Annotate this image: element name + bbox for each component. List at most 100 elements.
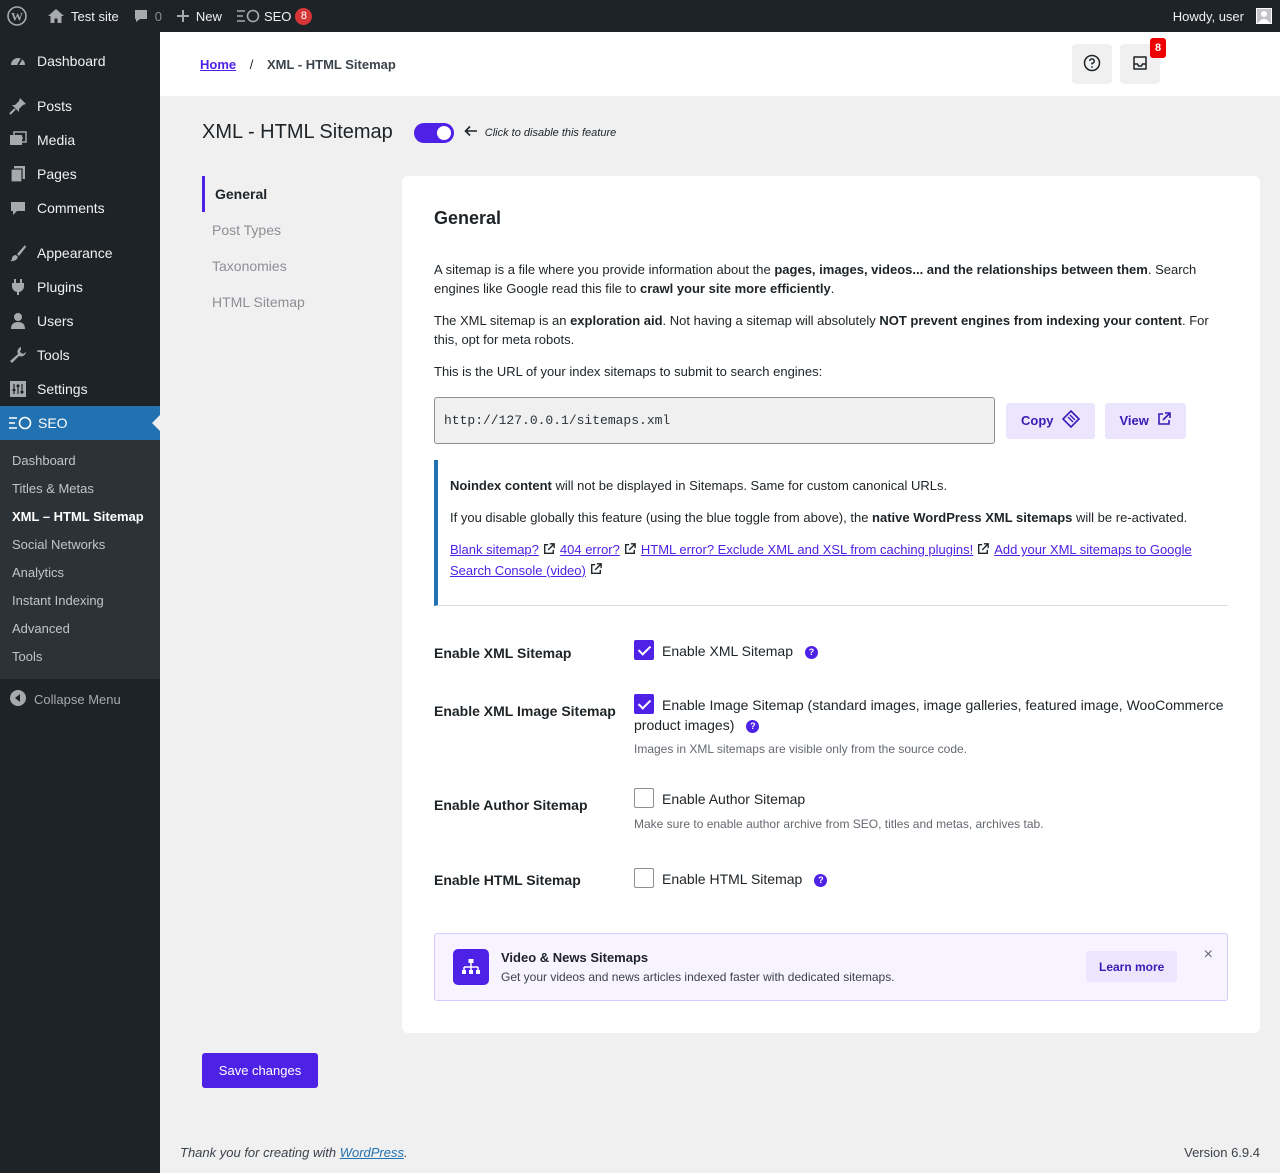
save-changes-button[interactable]: Save changes (202, 1053, 318, 1088)
link-404-error[interactable]: 404 error? (560, 542, 620, 557)
wrench-icon (8, 345, 28, 365)
submenu-item-titles-metas[interactable]: Titles & Metas (0, 475, 160, 503)
settings-tabs: General Post Types Taxonomies HTML Sitem… (202, 176, 382, 320)
submenu-item-tools[interactable]: Tools (0, 643, 160, 671)
menu-item-appearance[interactable]: Appearance (0, 236, 160, 270)
page-header: XML - HTML Sitemap Click to disable this… (202, 121, 616, 144)
external-link-icon (543, 541, 555, 561)
notifications-button[interactable]: 8 (1120, 38, 1166, 84)
text: will be re-activated. (1072, 510, 1188, 525)
enable-xml-sitemap-checkbox[interactable] (634, 640, 654, 661)
admin-bar: W Test site 0 New SEO 8 Howdy, user (0, 0, 1280, 32)
link-blank-sitemap[interactable]: Blank sitemap? (450, 542, 539, 557)
menu-label: Pages (37, 166, 77, 182)
my-account-link[interactable]: Howdy, user (1166, 0, 1280, 32)
checkbox-label: Enable Image Sitemap (standard images, i… (634, 697, 1224, 734)
menu-item-seo[interactable]: SEO (0, 406, 160, 440)
text: . Not having a sitemap will absolutely (662, 313, 880, 328)
text: . (404, 1145, 408, 1160)
setting-label: Enable XML Sitemap (434, 645, 572, 661)
text: . (830, 281, 835, 296)
text: The XML sitemap is an (434, 313, 571, 328)
sliders-icon (8, 379, 28, 399)
submenu-item-analytics[interactable]: Analytics (0, 559, 160, 587)
comments-count: 0 (154, 8, 162, 24)
close-icon[interactable]: × (1204, 946, 1213, 964)
media-icon (8, 130, 28, 150)
view-button[interactable]: View (1104, 402, 1186, 439)
seo-adminbar-link[interactable]: SEO 8 (229, 0, 319, 32)
tab-post-types[interactable]: Post Types (202, 212, 382, 248)
notice-line-1: Noindex content will not be displayed in… (450, 476, 1228, 495)
tab-html-sitemap[interactable]: HTML Sitemap (202, 284, 382, 320)
pin-icon (8, 96, 28, 116)
clipboard-icon (1061, 409, 1080, 431)
site-name-link[interactable]: Test site (40, 0, 126, 32)
learn-more-button[interactable]: Learn more (1086, 951, 1178, 982)
help-links: Blank sitemap? 404 error? HTML error? Excl… (450, 540, 1228, 581)
setting-description: Make sure to enable author archive from … (634, 817, 1044, 832)
menu-item-tools[interactable]: Tools (0, 338, 160, 372)
text-strong: native WordPress XML sitemaps (872, 510, 1073, 525)
collapse-label: Collapse Menu (34, 691, 121, 707)
seo-top-bar: Home / XML - HTML Sitemap 8 (160, 32, 1280, 96)
link-html-error[interactable]: HTML error? Exclude XML and XSL from cac… (641, 542, 973, 557)
breadcrumb: Home / XML - HTML Sitemap (200, 57, 396, 72)
breadcrumb-current: XML - HTML Sitemap (267, 56, 396, 72)
setting-description: Images in XML sitemaps are visible only … (634, 742, 968, 757)
breadcrumb-home-link[interactable]: Home (200, 57, 236, 72)
enable-author-sitemap-checkbox[interactable] (634, 788, 654, 809)
footer-thanks: Thank you for creating with WordPress. (180, 1145, 408, 1160)
submenu-item-advanced[interactable]: Advanced (0, 615, 160, 643)
howdy-text: Howdy, user (1172, 8, 1244, 24)
menu-item-pages[interactable]: Pages (0, 157, 160, 191)
comments-link[interactable]: 0 (126, 0, 169, 32)
menu-item-posts[interactable]: Posts (0, 89, 160, 123)
breadcrumb-separator: / (249, 56, 254, 72)
help-icon[interactable]: ? (805, 645, 818, 659)
wordpress-link[interactable]: WordPress (340, 1145, 404, 1160)
help-button[interactable] (1072, 44, 1112, 84)
url-intro-text: This is the URL of your index sitemaps t… (434, 364, 823, 379)
menu-item-dashboard[interactable]: Dashboard (0, 44, 160, 78)
menu-label: Plugins (37, 279, 83, 295)
collapse-menu-button[interactable]: Collapse Menu (0, 682, 160, 716)
menu-item-media[interactable]: Media (0, 123, 160, 157)
tab-general[interactable]: General (202, 176, 382, 212)
submenu-item-social-networks[interactable]: Social Networks (0, 531, 160, 559)
enable-html-sitemap-checkbox[interactable] (634, 868, 654, 889)
submenu-item-dashboard[interactable]: Dashboard (0, 447, 160, 475)
menu-item-plugins[interactable]: Plugins (0, 270, 160, 304)
help-icon (1083, 54, 1101, 75)
sitemap-url-field[interactable]: http://127.0.0.1/sitemaps.xml (434, 397, 995, 444)
text: Thank you for creating with (180, 1145, 340, 1160)
copy-button[interactable]: Copy (1006, 402, 1095, 439)
help-icon[interactable]: ? (814, 873, 828, 887)
submenu-item-instant-indexing[interactable]: Instant Indexing (0, 587, 160, 615)
sitemap-icon (453, 949, 489, 985)
menu-item-comments[interactable]: Comments (0, 191, 160, 225)
menu-item-settings[interactable]: Settings (0, 372, 160, 406)
feature-toggle[interactable] (413, 122, 454, 143)
menu-label: SEO (38, 415, 68, 431)
notifications-badge: 8 (1150, 38, 1166, 58)
wordpress-logo-icon[interactable]: W (0, 0, 34, 32)
enable-image-sitemap-checkbox[interactable] (634, 694, 654, 715)
menu-item-users[interactable]: Users (0, 304, 160, 338)
general-settings-panel: General A sitemap is a file where you pr… (402, 176, 1260, 1033)
text: will not be displayed in Sitemaps. Same … (551, 478, 948, 493)
setting-control: Enable XML Sitemap? (634, 640, 1228, 662)
arrow-left-icon (464, 125, 478, 140)
text-strong: exploration aid (570, 313, 663, 328)
seo-icon (8, 413, 32, 433)
site-name: Test site (71, 8, 119, 24)
setting-label: Enable HTML Sitemap (434, 872, 581, 888)
submenu-item-xml-html-sitemap[interactable]: XML – HTML Sitemap (0, 503, 160, 531)
avatar (1256, 8, 1272, 24)
page-title: XML - HTML Sitemap (202, 121, 393, 143)
text: If you disable globally this feature (us… (450, 510, 873, 525)
tab-taxonomies[interactable]: Taxonomies (202, 248, 382, 284)
notice-line-2: If you disable globally this feature (us… (450, 508, 1228, 527)
new-content-link[interactable]: New (169, 0, 229, 32)
help-icon[interactable]: ? (746, 720, 760, 734)
